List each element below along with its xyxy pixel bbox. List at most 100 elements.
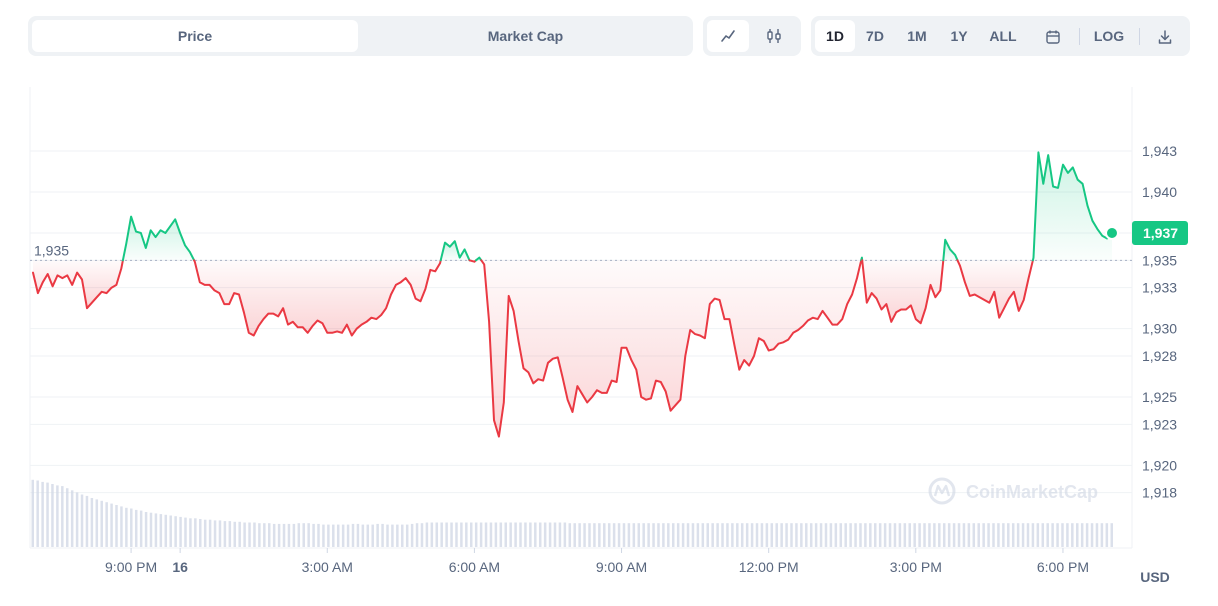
volume-bar: [622, 523, 626, 547]
volume-bar: [80, 494, 84, 547]
volume-bar: [189, 518, 192, 547]
volume-bar: [415, 523, 419, 547]
area-fills: [33, 152, 1112, 437]
volume-bar: [410, 523, 414, 547]
volume-bar: [864, 523, 867, 547]
volume-bar: [203, 519, 207, 547]
volume-bar: [603, 523, 606, 547]
volume-bar: [174, 516, 177, 547]
volume-bar: [194, 518, 197, 547]
volume-bar: [228, 521, 232, 547]
volume-bar: [627, 523, 631, 547]
volume-bar: [987, 523, 990, 547]
volume-bar: [1090, 523, 1094, 547]
volume-bar: [179, 516, 182, 547]
volume-bar: [982, 523, 985, 547]
current-price-label: 1,937: [1143, 225, 1178, 241]
volume-bar: [243, 522, 246, 547]
volume-bar: [598, 523, 601, 547]
volume-bar: [272, 523, 276, 547]
volume-bar: [514, 522, 517, 547]
volume-bar: [223, 521, 227, 547]
volume-bars: [31, 479, 1113, 547]
volume-bar: [918, 523, 921, 547]
volume-bar: [563, 522, 567, 547]
volume-bar: [543, 522, 547, 547]
volume-bar: [366, 524, 370, 547]
volume-bar: [874, 523, 877, 547]
volume-bar: [341, 524, 345, 547]
volume-bar: [327, 524, 330, 547]
volume-bar: [928, 523, 931, 547]
volume-bar: [1085, 523, 1089, 547]
volume-bar: [750, 523, 754, 547]
volume-bar: [41, 481, 44, 547]
volume-bar: [509, 522, 512, 547]
volume-bar: [1076, 523, 1079, 547]
currency-label: USD: [1140, 569, 1170, 585]
volume-bar: [952, 523, 956, 547]
volume-bar: [90, 498, 94, 547]
volume-bar: [992, 523, 995, 547]
volume-bar: [657, 523, 660, 547]
volume-bar: [302, 523, 305, 547]
volume-bar: [130, 508, 133, 547]
volume-bar: [435, 522, 439, 547]
coinmarketcap-watermark: CoinMarketCap: [928, 477, 1098, 505]
volume-bar: [115, 505, 118, 547]
volume-bar: [647, 523, 650, 547]
volume-bar: [1041, 523, 1045, 547]
volume-bar: [277, 523, 281, 547]
x-tick-label: 6:00 AM: [449, 559, 500, 575]
volume-bar: [637, 523, 641, 547]
watermark-text: CoinMarketCap: [966, 482, 1098, 502]
volume-bar: [267, 523, 271, 547]
volume-bar: [65, 488, 69, 547]
volume-bar: [484, 522, 488, 547]
volume-bar: [878, 523, 882, 547]
volume-bar: [238, 521, 241, 547]
volume-bar: [253, 522, 256, 547]
volume-bar: [51, 484, 54, 547]
volume-bar: [529, 522, 532, 547]
y-tick-label: 1,920: [1142, 457, 1177, 473]
volume-bar: [469, 522, 473, 547]
volume-bar: [258, 523, 261, 547]
volume-bar: [455, 522, 458, 547]
price-chart[interactable]: 1,935 CoinMarketCap 1,918 1,920 1,923 1,925…: [0, 0, 1218, 606]
volume-bar: [800, 523, 803, 547]
volume-bar: [558, 522, 562, 547]
volume-bar: [248, 522, 251, 547]
x-tick-label: 3:00 PM: [890, 559, 942, 575]
volume-bar: [667, 523, 670, 547]
volume-bar: [381, 523, 384, 547]
volume-bar: [144, 512, 148, 547]
volume-bar: [1110, 523, 1113, 547]
volume-bar: [134, 509, 138, 547]
volume-bar: [883, 523, 887, 547]
volume-bar: [1031, 523, 1035, 547]
volume-bar: [31, 479, 34, 547]
volume-bar: [534, 522, 537, 547]
volume-bar: [972, 523, 976, 547]
volume-bar: [780, 523, 783, 547]
volume-bar: [504, 522, 507, 547]
volume-bar: [676, 523, 680, 547]
volume-bar: [731, 523, 734, 547]
volume-bar: [869, 523, 872, 547]
volume-bar: [460, 522, 463, 547]
volume-bar: [588, 523, 591, 547]
volume-bar: [662, 523, 665, 547]
volume-bar: [967, 523, 971, 547]
volume-bar: [1046, 523, 1049, 547]
volume-bar: [593, 523, 596, 547]
volume-bar: [809, 523, 813, 547]
volume-bar: [322, 524, 325, 547]
volume-bar: [396, 524, 399, 547]
volume-bar: [839, 523, 843, 547]
volume-bar: [765, 523, 769, 547]
volume-bar: [933, 523, 936, 547]
area-fill-down: [862, 260, 944, 324]
volume-bar: [450, 522, 453, 547]
volume-bar: [1002, 523, 1005, 547]
